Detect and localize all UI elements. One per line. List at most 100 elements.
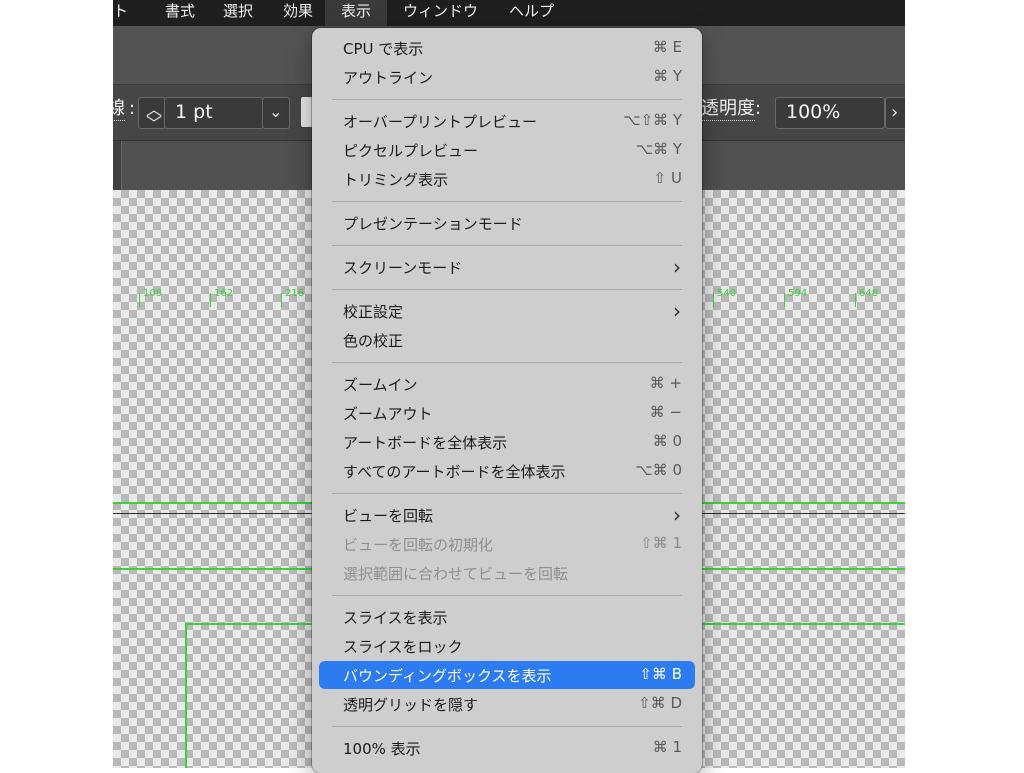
menu-bar-item-select[interactable]: 選択 xyxy=(223,0,253,26)
menu-item-label: スクリーンモード xyxy=(343,259,463,277)
menu-item-label: 100% 表示 xyxy=(343,740,421,758)
ruler-label: 540 xyxy=(717,288,737,299)
ruler-label: 162 xyxy=(214,288,234,299)
menu-item-pixel-preview[interactable]: ピクセルプレビュー ⌥⌘ Y xyxy=(319,136,695,164)
menu-item-label: ビューを回転の初期化 xyxy=(343,536,494,554)
menu-item-shortcut: ⌘ − xyxy=(649,403,682,421)
menu-item-rotate-view[interactable]: ビューを回転 › xyxy=(319,501,695,529)
stroke-weight-stepper[interactable]: ︿ ﹀ xyxy=(138,97,166,133)
menu-item-label: トリミング表示 xyxy=(343,171,449,189)
menu-item-lock-slices[interactable]: スライスをロック xyxy=(319,632,695,660)
chevron-right-icon: › xyxy=(673,255,681,279)
menu-item-trim-view[interactable]: トリミング表示 ⇧ U xyxy=(319,165,695,193)
menu-item-shortcut: ⌘ Y xyxy=(653,67,682,85)
menu-separator xyxy=(332,289,682,290)
stroke-weight-label: 線 xyxy=(113,98,125,121)
ruler-tick xyxy=(281,293,282,307)
menu-item-label: ズームアウト xyxy=(343,405,433,423)
menu-item-fit-all-artboards[interactable]: すべてのアートボードを全体表示 ⌥⌘ 0 xyxy=(319,457,695,485)
ruler-tick xyxy=(713,293,714,307)
menu-item-fit-artboard[interactable]: アートボードを全体表示 ⌘ 0 xyxy=(319,428,695,456)
menu-item-shortcut: ⌘ + xyxy=(649,374,682,392)
menu-item-shortcut: ⇧⌘ 1 xyxy=(640,534,682,552)
opacity-more-button[interactable]: › xyxy=(885,97,905,129)
menu-item-label: すべてのアートボードを全体表示 xyxy=(343,463,566,481)
menu-item-presentation-mode[interactable]: プレゼンテーションモード xyxy=(319,209,695,237)
ruler-tick xyxy=(139,293,140,307)
menu-item-label: スライスをロック xyxy=(343,638,463,656)
menu-item-shortcut: ⇧⌘ D xyxy=(638,694,682,712)
menu-item-shortcut: ⌥⇧⌘ Y xyxy=(623,111,682,129)
menu-separator xyxy=(332,245,682,246)
menu-item-label: 校正設定 xyxy=(343,303,404,321)
menu-separator xyxy=(332,362,682,363)
menu-bar-item-text-truncated[interactable]: ト xyxy=(113,0,128,26)
menu-item-zoom-in[interactable]: ズームイン ⌘ + xyxy=(319,370,695,398)
menu-item-screen-mode[interactable]: スクリーンモード › xyxy=(319,253,695,281)
menu-item-label: オーバープリントプレビュー xyxy=(343,113,537,131)
ruler-tick xyxy=(784,293,785,307)
ruler-label: 648 xyxy=(859,288,879,299)
menu-separator xyxy=(332,726,682,727)
opacity-input[interactable]: 100% xyxy=(775,97,885,129)
ruler-label: 216 xyxy=(285,288,305,299)
menu-item-label: アートボードを全体表示 xyxy=(343,434,508,452)
menu-item-label: スライスを表示 xyxy=(343,609,448,627)
menu-item-label: プレゼンテーションモード xyxy=(343,215,523,233)
stepper-down-icon[interactable]: ﹀ xyxy=(146,110,162,134)
menu-item-label: ピクセルプレビュー xyxy=(343,142,479,160)
menu-separator xyxy=(332,493,682,494)
ruler-tick xyxy=(210,293,211,307)
chevron-right-icon: › xyxy=(673,299,681,323)
chevron-right-icon: › xyxy=(673,503,681,527)
menu-item-label: ズームイン xyxy=(343,376,418,394)
menu-item-label: 色の校正 xyxy=(343,332,404,350)
menu-item-label: ビューを回転 xyxy=(343,507,434,525)
opacity-label-colon: : xyxy=(755,98,762,119)
menu-item-zoom-out[interactable]: ズームアウト ⌘ − xyxy=(319,399,695,427)
stroke-weight-input[interactable]: 1 pt xyxy=(164,97,264,129)
menu-item-shortcut: ⇧ U xyxy=(653,169,682,187)
menu-item-shortcut: ⌘ 1 xyxy=(652,738,682,756)
ruler-label: 594 xyxy=(788,288,808,299)
menu-item-actual-size[interactable]: 100% 表示 ⌘ 1 xyxy=(319,734,695,762)
menu-item-proof-colors[interactable]: 色の校正 xyxy=(319,326,695,354)
bounding-box-left xyxy=(185,623,187,768)
menu-item-hide-transparency-grid[interactable]: 透明グリッドを隠す ⇧⌘ D xyxy=(319,690,695,718)
menu-bar-item-view[interactable]: 表示 xyxy=(325,0,388,26)
menu-separator xyxy=(332,595,682,596)
menu-bar-item-window[interactable]: ウィンドウ xyxy=(403,0,478,26)
menu-item-shortcut: ⇧⌘ B xyxy=(639,665,682,683)
menu-item-cpu-preview[interactable]: CPU で表示 ⌘ E xyxy=(319,34,695,62)
ruler-tick xyxy=(855,293,856,307)
menu-bar-item-effect[interactable]: 効果 xyxy=(283,0,313,26)
document-tab[interactable] xyxy=(113,141,122,190)
ruler-label: 108 xyxy=(143,288,163,299)
menu-item-label: バウンディングボックスを表示 xyxy=(343,667,552,685)
menu-bar-item-help[interactable]: ヘルプ xyxy=(509,0,554,26)
menu-item-show-bounding-box[interactable]: バウンディングボックスを表示 ⇧⌘ B xyxy=(319,661,695,689)
menu-item-rotate-view-to-selection: 選択範囲に合わせてビューを回転 xyxy=(319,559,695,587)
menu-item-shortcut: ⌘ E xyxy=(652,38,682,56)
menu-separator xyxy=(332,99,682,100)
menu-item-show-slices[interactable]: スライスを表示 xyxy=(319,603,695,631)
menu-separator xyxy=(332,201,682,202)
menu-item-label: 透明グリッドを隠す xyxy=(343,696,479,714)
menu-item-shortcut: ⌥⌘ Y xyxy=(635,140,682,158)
menu-bar: ト 書式 選択 効果 表示 ウィンドウ ヘルプ xyxy=(113,0,905,26)
menu-bar-item-type[interactable]: 書式 xyxy=(165,0,195,26)
stroke-label-colon: : xyxy=(129,98,136,119)
menu-item-label: アウトライン xyxy=(343,69,434,87)
menu-item-label: 選択範囲に合わせてビューを回転 xyxy=(343,565,569,583)
opacity-value: 100% xyxy=(786,101,841,123)
chevron-down-icon: ⌄ xyxy=(269,102,283,121)
view-menu-dropdown: CPU で表示 ⌘ E アウトライン ⌘ Y オーバープリントプレビュー ⌥⇧⌘… xyxy=(312,28,702,773)
menu-item-proof-setup[interactable]: 校正設定 › xyxy=(319,297,695,325)
chevron-right-icon: › xyxy=(891,102,899,123)
menu-item-label: CPU で表示 xyxy=(343,40,424,58)
menu-item-outline[interactable]: アウトライン ⌘ Y xyxy=(319,63,695,91)
menu-item-overprint-preview[interactable]: オーバープリントプレビュー ⌥⇧⌘ Y xyxy=(319,107,695,135)
stroke-weight-dropdown[interactable]: ⌄ xyxy=(262,97,290,129)
opacity-label: 透明度 xyxy=(701,98,755,121)
menu-item-shortcut: ⌥⌘ 0 xyxy=(635,461,682,479)
